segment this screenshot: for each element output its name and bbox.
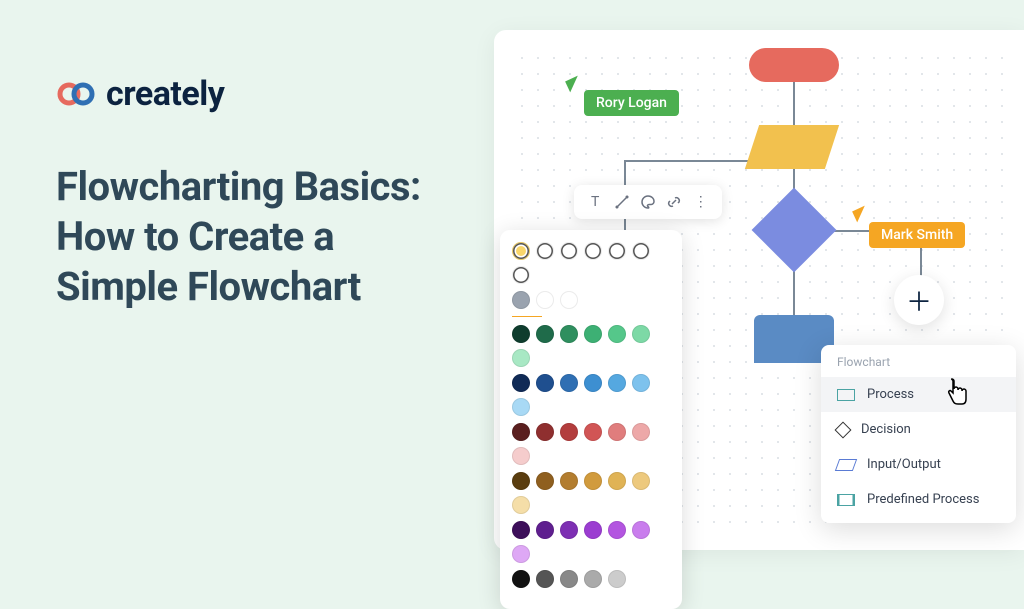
link-tool-icon[interactable] [665, 193, 683, 211]
collaborator-cursor: Rory Logan [584, 90, 679, 116]
color-swatch[interactable] [584, 472, 602, 490]
color-swatch[interactable] [632, 472, 650, 490]
color-swatch[interactable] [512, 374, 530, 392]
io-shape-icon [835, 459, 857, 471]
color-swatch[interactable] [632, 423, 650, 441]
color-swatch[interactable] [512, 472, 530, 490]
swatch-row [512, 325, 670, 367]
text-tool-icon[interactable]: T [586, 193, 604, 211]
collaborator-name: Mark Smith [881, 227, 953, 243]
color-swatch[interactable] [512, 325, 530, 343]
color-swatch[interactable] [608, 423, 626, 441]
shape-menu-label: Predefined Process [867, 492, 979, 507]
color-swatch[interactable] [512, 291, 530, 309]
predefined-shape-icon [837, 494, 855, 506]
shape-menu-item-io[interactable]: Input/Output [821, 447, 1016, 482]
color-swatch[interactable] [560, 291, 578, 309]
swatch-row [512, 242, 670, 284]
page-title: Flowcharting Basics: How to Create a Sim… [56, 162, 436, 312]
color-swatch[interactable] [512, 521, 530, 539]
color-swatch[interactable] [632, 242, 650, 260]
color-swatch[interactable] [608, 374, 626, 392]
shape-picker-menu: Flowchart Process Decision Input/Output … [821, 345, 1016, 523]
brand-name: creately [106, 74, 224, 114]
color-swatch[interactable] [608, 325, 626, 343]
color-swatch[interactable] [608, 521, 626, 539]
swatch-row [512, 570, 670, 588]
more-tool-icon[interactable]: ⋮ [692, 193, 710, 211]
decision-shape-icon [835, 421, 852, 438]
color-swatch[interactable] [536, 570, 554, 588]
shape-menu-item-decision[interactable]: Decision [821, 412, 1016, 447]
color-swatch[interactable] [608, 242, 626, 260]
color-swatch[interactable] [536, 521, 554, 539]
color-swatch[interactable] [560, 521, 578, 539]
color-swatch[interactable] [560, 423, 578, 441]
connector-line [793, 82, 795, 126]
swatch-row [512, 423, 670, 465]
pointer-hand-icon [944, 378, 970, 414]
shape-menu-item-predefined[interactable]: Predefined Process [821, 482, 1016, 517]
add-shape-button[interactable]: ＋ [894, 275, 944, 325]
color-swatch[interactable] [512, 349, 530, 367]
swatch-row [512, 521, 670, 563]
color-swatch[interactable] [512, 398, 530, 416]
swatch-row [512, 291, 670, 309]
color-swatch[interactable] [608, 570, 626, 588]
logo-icon [56, 81, 98, 107]
shape-menu-item-process[interactable]: Process [821, 377, 1016, 412]
color-swatch[interactable] [512, 266, 530, 284]
color-swatch[interactable] [560, 374, 578, 392]
color-swatch[interactable] [560, 570, 578, 588]
color-swatch[interactable] [560, 472, 578, 490]
color-palette-panel [500, 230, 682, 609]
context-toolbar: T ⋮ [574, 185, 722, 219]
color-swatch[interactable] [632, 325, 650, 343]
color-swatch[interactable] [584, 242, 602, 260]
collaborator-cursor: Mark Smith [869, 222, 965, 248]
color-swatch[interactable] [536, 325, 554, 343]
color-swatch[interactable] [536, 242, 554, 260]
swatch-row [512, 472, 670, 514]
color-swatch[interactable] [632, 374, 650, 392]
color-swatch[interactable] [584, 423, 602, 441]
color-swatch[interactable] [512, 496, 530, 514]
plus-icon: ＋ [906, 282, 932, 319]
color-swatch[interactable] [584, 521, 602, 539]
color-swatch[interactable] [512, 447, 530, 465]
line-tool-icon[interactable] [613, 193, 631, 211]
color-swatch[interactable] [536, 374, 554, 392]
flowchart-io-shape[interactable] [745, 125, 839, 169]
color-swatch[interactable] [560, 325, 578, 343]
color-swatch[interactable] [536, 291, 554, 309]
shape-menu-label: Input/Output [867, 457, 941, 472]
color-swatch[interactable] [536, 423, 554, 441]
palette-tool-icon[interactable] [639, 193, 657, 211]
color-swatch[interactable] [584, 325, 602, 343]
shape-menu-title: Flowchart [821, 355, 1016, 377]
color-swatch[interactable] [512, 570, 530, 588]
process-shape-icon [837, 389, 855, 401]
color-swatch[interactable] [560, 242, 578, 260]
color-swatch[interactable] [512, 423, 530, 441]
swatch-row [512, 374, 670, 416]
color-swatch[interactable] [512, 242, 530, 260]
color-swatch[interactable] [512, 545, 530, 563]
editor-canvas[interactable]: Rory Logan Mark Smith T ⋮ ＋ Flowcha [494, 30, 1024, 550]
palette-divider [512, 316, 542, 317]
color-swatch[interactable] [536, 472, 554, 490]
shape-menu-label: Decision [861, 422, 911, 437]
color-swatch[interactable] [584, 374, 602, 392]
color-swatch[interactable] [632, 521, 650, 539]
brand-logo: creately [56, 74, 436, 114]
color-swatch[interactable] [608, 472, 626, 490]
flowchart-terminator-shape[interactable] [749, 48, 839, 82]
color-swatch[interactable] [584, 570, 602, 588]
collaborator-name: Rory Logan [596, 95, 667, 111]
shape-menu-label: Process [867, 387, 914, 402]
